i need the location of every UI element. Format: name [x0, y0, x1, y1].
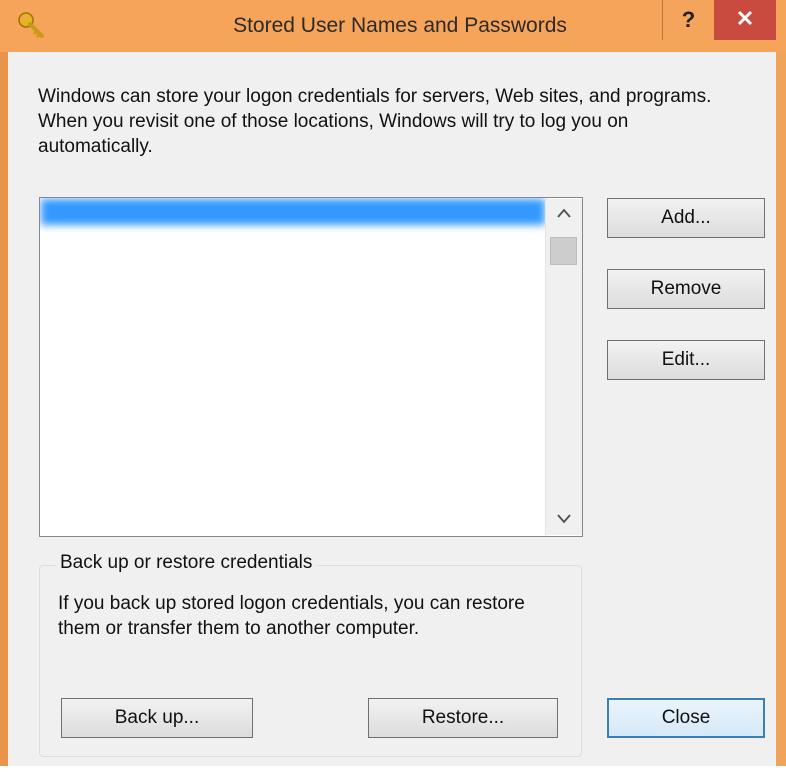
credential-list-item[interactable] [41, 302, 545, 328]
help-button[interactable]: ? [662, 0, 714, 40]
credential-list-item[interactable] [41, 276, 545, 302]
credentials-list[interactable] [39, 197, 583, 537]
backup-group-title: Back up or restore credentials [56, 552, 317, 574]
scroll-thumb[interactable] [550, 237, 577, 265]
backup-button[interactable]: Back up... [61, 698, 253, 738]
dialog-client-area: Windows can store your logon credentials… [8, 52, 776, 766]
backup-group-description: If you back up stored logon credentials,… [58, 593, 525, 639]
credential-list-item[interactable] [41, 379, 545, 405]
credential-list-item[interactable] [41, 456, 545, 482]
close-button-label: Close [661, 707, 711, 728]
credential-list-item[interactable] [41, 507, 545, 533]
credential-list-item[interactable] [41, 225, 545, 251]
credential-list-item[interactable] [41, 353, 545, 379]
scroll-up-button[interactable] [546, 199, 582, 227]
add-button-label: Add... [661, 207, 711, 228]
window-border-right [776, 0, 786, 780]
restore-button[interactable]: Restore... [368, 698, 558, 738]
credential-list-item[interactable] [41, 482, 545, 508]
add-button[interactable]: Add... [607, 198, 765, 238]
credentials-list-items [41, 199, 545, 533]
list-scrollbar[interactable] [545, 199, 582, 535]
chevron-down-icon [557, 511, 571, 527]
dialog-window: Stored User Names and Passwords ? Window… [0, 0, 786, 780]
credential-list-item[interactable] [41, 430, 545, 456]
credential-list-item[interactable] [41, 199, 545, 225]
credential-list-item[interactable] [41, 405, 545, 431]
credential-list-item[interactable] [41, 327, 545, 353]
edit-button[interactable]: Edit... [607, 340, 765, 380]
close-icon [737, 10, 753, 31]
credential-list-item[interactable] [41, 250, 545, 276]
chevron-up-icon [557, 205, 571, 221]
title-bar[interactable]: Stored User Names and Passwords ? [0, 0, 786, 52]
edit-button-label: Edit... [661, 349, 711, 370]
scroll-down-button[interactable] [546, 505, 582, 533]
remove-button-label: Remove [650, 278, 722, 299]
window-border-bottom [0, 766, 786, 780]
remove-button[interactable]: Remove [607, 269, 765, 309]
backup-button-label: Back up... [114, 707, 200, 728]
window-border-left [0, 0, 8, 780]
restore-button-label: Restore... [421, 707, 505, 728]
dialog-description: Windows can store your logon credentials… [38, 86, 712, 157]
close-button[interactable]: Close [607, 698, 765, 738]
window-close-button[interactable] [714, 0, 776, 40]
